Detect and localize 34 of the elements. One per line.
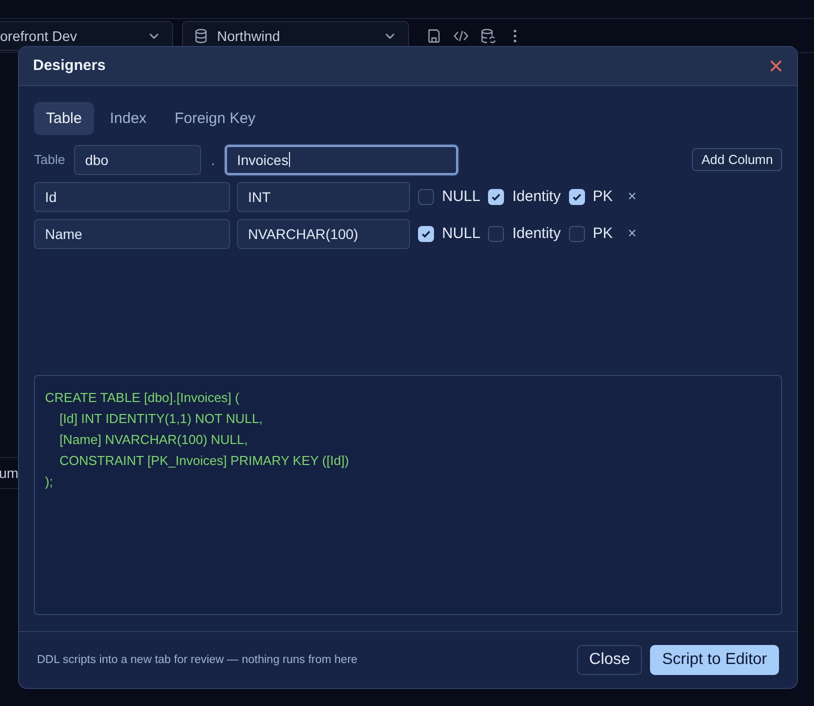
checkbox[interactable]	[568, 226, 585, 242]
option-label: Identity	[512, 225, 561, 242]
save-icon[interactable]	[426, 28, 442, 44]
dialog-title: Designers	[33, 57, 106, 74]
code-icon[interactable]	[453, 28, 469, 44]
script-to-editor-button[interactable]: Script to Editor	[650, 644, 779, 675]
ddl-script: CREATE TABLE [dbo].[Invoices] ( [Id] INT IDENTITY(1,1) NOT NULL, [Name] NVARCHAR(100) NULL, CONSTRAINT [PK_Invoices] PRIMARY KEY ([Id]) );	[45, 388, 350, 491]
separator-dot: .	[210, 152, 216, 168]
footer-note: DDL scripts into a new tab for review — nothing runs from here	[37, 654, 358, 666]
remove-column-button[interactable]: ×	[624, 188, 641, 206]
database-icon	[193, 28, 209, 44]
close-icon[interactable]	[769, 58, 783, 73]
column-type-field[interactable]: INT	[237, 182, 410, 212]
tab[interactable]: Foreign Key	[162, 102, 268, 135]
option-label: NULL	[442, 188, 480, 206]
column-name-field[interactable]: Name	[34, 218, 230, 249]
tab[interactable]: Table	[34, 102, 94, 135]
option-label: PK	[592, 225, 613, 242]
close-button[interactable]: Close	[577, 644, 642, 675]
column-name-field[interactable]: Id	[34, 182, 230, 212]
checkbox[interactable]	[488, 226, 504, 242]
table-name-field[interactable]: Invoices	[224, 144, 458, 175]
remove-column-button[interactable]: ×	[624, 225, 641, 242]
schema-field[interactable]: dbo	[74, 144, 202, 175]
tab[interactable]: Index	[98, 102, 159, 135]
option-label: Identity	[512, 188, 561, 206]
option-label: NULL	[442, 225, 480, 242]
add-column-button[interactable]: Add Column	[692, 148, 782, 172]
database-refresh-icon[interactable]	[480, 28, 496, 44]
panel-label: um	[0, 465, 18, 481]
column-type-field[interactable]: NVARCHAR(100)	[237, 218, 410, 249]
checkbox[interactable]	[418, 188, 434, 205]
option-label: PK	[592, 188, 613, 206]
table-label: Table	[34, 152, 66, 168]
